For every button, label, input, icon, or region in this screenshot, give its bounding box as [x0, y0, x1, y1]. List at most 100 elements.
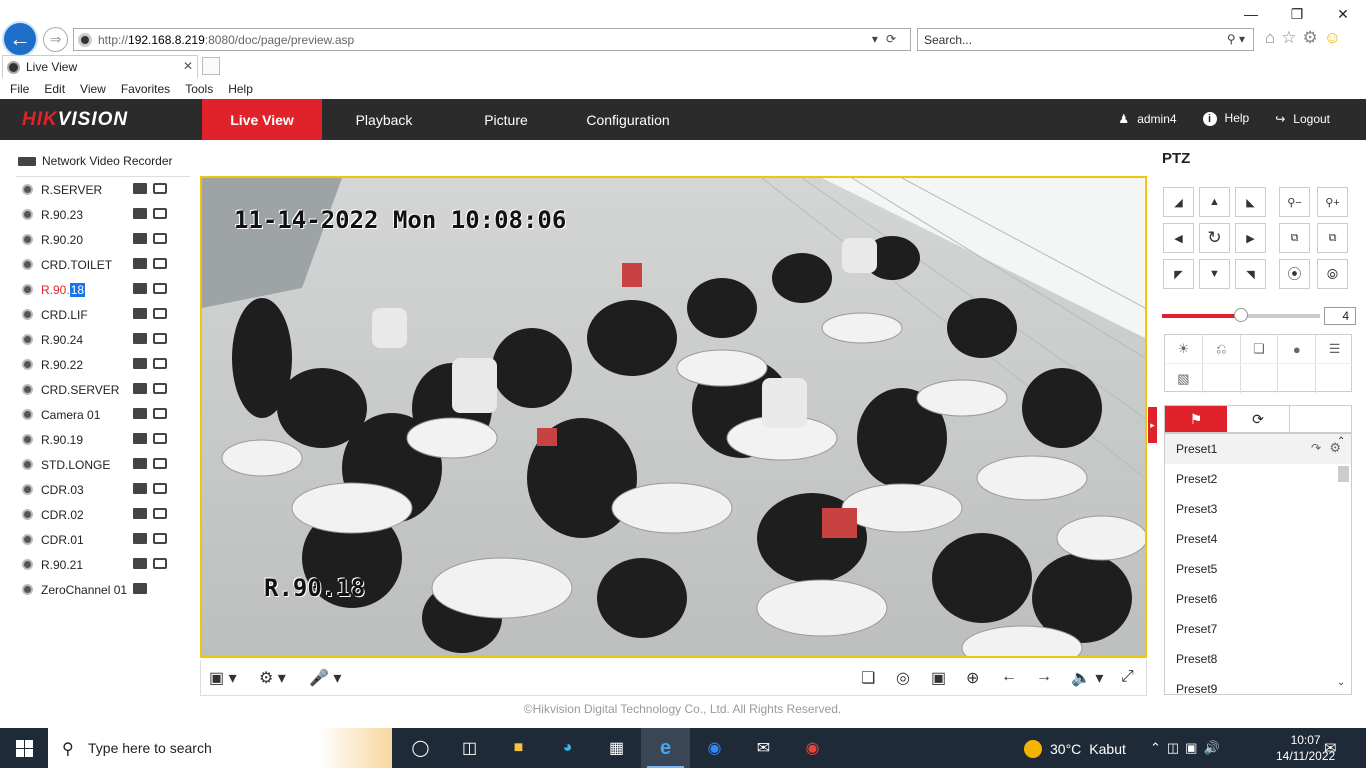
stream-type-icon[interactable]: ⚙ ▾ — [259, 668, 286, 688]
iris-close-icon[interactable]: ⦾ — [1317, 259, 1348, 289]
stop-all-icon[interactable]: ❏ — [861, 668, 875, 688]
camera-item[interactable]: CRD.TOILET — [16, 252, 190, 277]
ptz-right-icon[interactable]: ▶ — [1235, 223, 1266, 253]
internet-explorer-icon[interactable]: e — [641, 728, 690, 768]
collapse-ptz-icon[interactable]: ▸ — [1148, 407, 1157, 443]
tab-picture[interactable]: Picture — [446, 99, 566, 140]
camera-item[interactable]: R.90.19 — [16, 427, 190, 452]
camera-item[interactable]: STD.LONGE — [16, 452, 190, 477]
camera-item[interactable]: R.90.20 — [16, 227, 190, 252]
record-icon[interactable] — [133, 258, 147, 269]
zoom-in-icon[interactable]: ⚲+ — [1317, 187, 1348, 217]
record-icon[interactable] — [133, 558, 147, 569]
stream-settings-icon[interactable] — [153, 558, 167, 569]
stream-settings-icon[interactable] — [153, 358, 167, 369]
menu-file[interactable]: File — [10, 82, 29, 96]
stream-settings-icon[interactable] — [153, 233, 167, 244]
camera-item[interactable]: CRD.LIF — [16, 302, 190, 327]
weather-widget[interactable]: 30°C Kabut — [1024, 740, 1126, 758]
camera-item[interactable]: R.SERVER — [16, 177, 190, 202]
menu-view[interactable]: View — [80, 82, 106, 96]
scroll-thumb[interactable] — [1338, 466, 1349, 482]
pattern-tab[interactable] — [1289, 406, 1351, 432]
ptz-speed-slider[interactable] — [1162, 308, 1320, 322]
record-icon[interactable] — [133, 183, 147, 194]
camera-item[interactable]: CRD.SERVER — [16, 377, 190, 402]
camera-item[interactable]: CDR.01 — [16, 527, 190, 552]
record-icon[interactable] — [133, 508, 147, 519]
previous-page-icon[interactable]: ← — [1001, 668, 1017, 686]
tab-close-icon[interactable]: ✕ — [183, 59, 193, 73]
call-preset-icon[interactable]: ↷ — [1311, 441, 1321, 455]
record-icon[interactable] — [133, 208, 147, 219]
record-icon[interactable] — [133, 333, 147, 344]
stream-settings-icon[interactable] — [153, 208, 167, 219]
scroll-down-icon[interactable]: ⌄ — [1337, 677, 1345, 688]
windows-start-icon[interactable] — [16, 740, 33, 757]
stream-settings-icon[interactable] — [153, 458, 167, 469]
microphone-icon[interactable]: 🎤 ▾ — [309, 668, 341, 688]
record-icon[interactable] — [133, 383, 147, 394]
stream-settings-icon[interactable] — [153, 508, 167, 519]
menu-lines-icon[interactable]: ☰ — [1316, 335, 1353, 363]
light-icon[interactable]: ☀ — [1165, 335, 1203, 363]
record-icon[interactable] — [133, 358, 147, 369]
wiper-icon[interactable]: ⎌ — [1203, 335, 1241, 363]
ptz-down-icon[interactable]: ▼ — [1199, 259, 1230, 289]
record-icon[interactable]: ▣ — [931, 668, 946, 688]
camera-item[interactable]: R.90.24 — [16, 327, 190, 352]
minimize-icon[interactable]: — — [1228, 0, 1274, 28]
menu-tools[interactable]: Tools — [185, 82, 213, 96]
search-box[interactable]: Search... ⚲ ▾ — [917, 28, 1254, 51]
record-icon[interactable] — [133, 433, 147, 444]
smiley-icon[interactable]: ☺ — [1324, 28, 1341, 48]
mail-icon[interactable]: ✉ — [739, 728, 788, 768]
digital-zoom-icon[interactable]: ⊕ — [966, 668, 979, 688]
ptz-speed-value[interactable]: 4 — [1324, 307, 1356, 325]
record-icon[interactable] — [133, 308, 147, 319]
capture-camera-icon[interactable]: ◎ — [896, 668, 910, 688]
file-explorer-icon[interactable]: ■ — [494, 728, 543, 768]
zoom-icon[interactable]: ◉ — [690, 728, 739, 768]
preset-tab-flag-icon[interactable]: ⚑ — [1165, 406, 1227, 432]
ptz-up-right-icon[interactable]: ◣ — [1235, 187, 1266, 217]
camera-item[interactable]: R.90.23 — [16, 202, 190, 227]
camera-item[interactable]: R.90.18 — [16, 277, 190, 302]
task-view-icon[interactable]: ◫ — [445, 728, 494, 768]
cortana-icon[interactable]: ◯ — [396, 728, 445, 768]
taskbar-search[interactable]: ⚲ Type here to search — [48, 728, 392, 768]
record-icon[interactable] — [133, 458, 147, 469]
store-icon[interactable]: ▦ — [592, 728, 641, 768]
close-icon[interactable]: ✕ — [1320, 0, 1366, 28]
3d-positioning-icon[interactable]: ❏ — [1241, 335, 1279, 363]
record-icon[interactable] — [133, 533, 147, 544]
record-icon[interactable] — [133, 233, 147, 244]
address-bar[interactable]: http:// 192.168.8.219 :8080/doc/page/pre… — [73, 28, 911, 51]
preset-item[interactable]: Preset4 — [1165, 524, 1351, 554]
stream-settings-icon[interactable] — [153, 483, 167, 494]
stream-settings-icon[interactable] — [153, 308, 167, 319]
preset-item[interactable]: Preset8 — [1165, 644, 1351, 674]
preset-item[interactable]: Preset3 — [1165, 494, 1351, 524]
restore-icon[interactable]: ❐ — [1274, 0, 1320, 28]
forward-button[interactable]: ⇒ — [43, 27, 68, 52]
stream-settings-icon[interactable] — [153, 533, 167, 544]
zoom-out-icon[interactable]: ⚲− — [1279, 187, 1310, 217]
preset-item[interactable]: Preset6 — [1165, 584, 1351, 614]
system-tray[interactable]: ⌃◫▣🔊 — [1150, 740, 1226, 756]
menu-edit[interactable]: Edit — [44, 82, 65, 96]
fullscreen-icon[interactable]: ⤢ — [1121, 668, 1134, 686]
ptz-speed-knob[interactable] — [1234, 308, 1248, 322]
camera-item[interactable]: CDR.03 — [16, 477, 190, 502]
new-tab-button[interactable] — [202, 57, 220, 75]
search-icon[interactable]: ⚲ ▾ — [1227, 32, 1245, 46]
ptz-up-left-icon[interactable]: ◢ — [1163, 187, 1194, 217]
audio-mute-icon[interactable]: 🔈 ▾ — [1071, 668, 1103, 688]
chrome-icon[interactable]: ◉ — [788, 728, 837, 768]
iris-open-icon[interactable]: ⦿ — [1279, 259, 1310, 289]
ptz-left-icon[interactable]: ◀ — [1163, 223, 1194, 253]
camera-item[interactable]: CDR.02 — [16, 502, 190, 527]
live-video-view[interactable]: 11-14-2022 Mon 10:08:06 R.90.18 — [200, 176, 1147, 658]
patrol-tab-icon[interactable]: ⟳ — [1227, 406, 1289, 432]
tab-live-view[interactable]: Live View — [202, 99, 322, 140]
